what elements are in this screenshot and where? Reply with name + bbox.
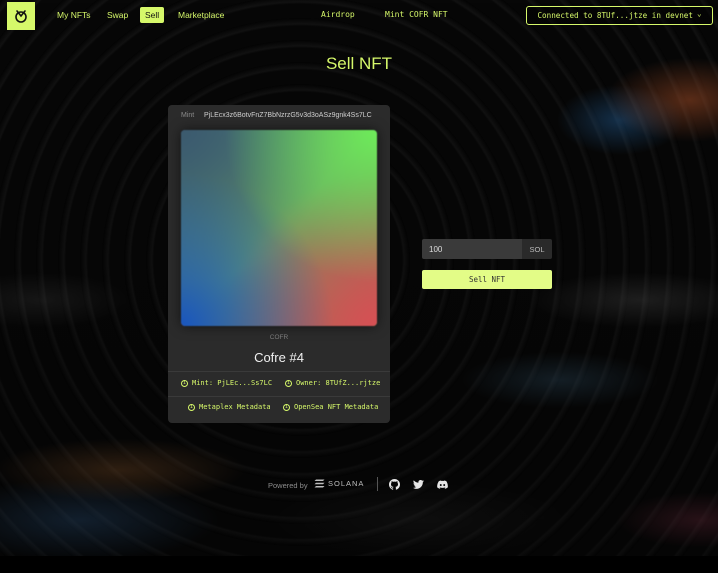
logo-icon (15, 10, 27, 23)
solana-icon (314, 479, 325, 488)
sell-nft-button[interactable]: Sell NFT (422, 270, 552, 289)
info-icon: i (285, 379, 292, 387)
solana-label: SOLANA (328, 479, 365, 488)
owner-link[interactable]: i Owner: 8TUfZ...rjtze (285, 379, 380, 387)
chevron-down-icon: ⌄ (696, 9, 702, 18)
mint-link[interactable]: i Mint: PjLEc...Ss7LC (181, 379, 272, 387)
card-divider (168, 371, 390, 372)
powered-by-label: Powered by (268, 481, 308, 490)
footer-separator (377, 477, 378, 491)
mint-short: Mint: PjLEc...Ss7LC (192, 379, 273, 387)
opensea-label: OpenSea NFT Metadata (294, 403, 379, 411)
solana-logo[interactable]: SOLANA (314, 479, 364, 488)
footer-strip (0, 556, 718, 573)
info-icon: i (188, 403, 195, 411)
opensea-metadata-link[interactable]: i OpenSea NFT Metadata (283, 403, 378, 411)
nav-my-nfts[interactable]: My NFTs (57, 10, 91, 20)
owner-short: Owner: 8TUfZ...rjtze (296, 379, 381, 387)
twitter-icon[interactable] (413, 479, 424, 490)
nft-image (181, 130, 377, 326)
wallet-label: Connected to 8TUf...jtze in devnet (537, 11, 693, 20)
page-title: Sell NFT (325, 54, 393, 73)
nav-sell[interactable]: Sell (140, 7, 165, 23)
nav-mint-cofr[interactable]: Mint COFR NFT (385, 10, 448, 19)
top-nav: My NFTs Swap Sell Marketplace Airdrop Mi… (0, 0, 718, 32)
nav-marketplace[interactable]: Marketplace (178, 10, 224, 20)
app-logo[interactable] (7, 2, 35, 30)
mint-address: PjLEcx3z6BotvFnZ7BbNzrzG5v3d3oASz9gnk4Ss… (204, 112, 372, 119)
github-icon[interactable] (389, 479, 400, 490)
price-input[interactable] (422, 239, 522, 259)
collection-name: COFR (269, 334, 289, 341)
metaplex-label: Metaplex Metadata (199, 403, 271, 411)
metaplex-metadata-link[interactable]: i Metaplex Metadata (188, 403, 271, 411)
info-icon: i (283, 403, 290, 411)
nav-swap[interactable]: Swap (107, 10, 128, 20)
currency-label: SOL (522, 239, 552, 259)
discord-icon[interactable] (437, 479, 448, 490)
mint-label: Mint (181, 112, 195, 119)
card-divider (168, 396, 390, 397)
wallet-connect-button[interactable]: Connected to 8TUf...jtze in devnet ⌄ (526, 6, 713, 25)
nft-name: Cofre #4 (254, 350, 304, 365)
nft-card: Mint PjLEcx3z6BotvFnZ7BbNzrzG5v3d3oASz9g… (168, 105, 390, 423)
info-icon: i (181, 379, 188, 387)
nav-airdrop[interactable]: Airdrop (321, 10, 355, 19)
